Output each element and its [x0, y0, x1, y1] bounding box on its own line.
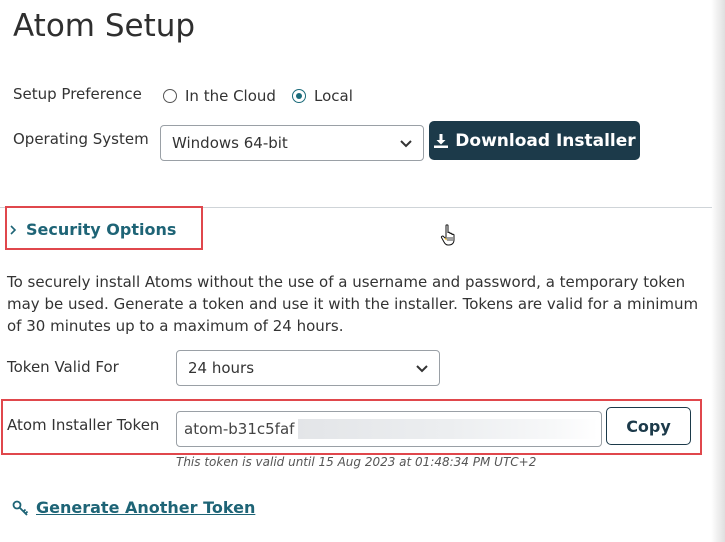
token-validity-note: This token is valid until 15 Aug 2023 at…	[176, 455, 537, 469]
chevron-down-icon	[416, 365, 428, 373]
chevron-right-icon	[10, 224, 17, 235]
token-valid-for-value: 24 hours	[188, 359, 255, 377]
setup-preference-label: Setup Preference	[13, 85, 142, 103]
generate-another-token-link[interactable]: Generate Another Token	[12, 498, 255, 517]
security-description: To securely install Atoms without the us…	[7, 273, 699, 335]
download-installer-label: Download Installer	[455, 130, 636, 151]
operating-system-label: Operating System	[13, 130, 149, 148]
download-installer-button[interactable]: Download Installer	[429, 121, 640, 160]
hand-cursor-icon	[440, 224, 455, 246]
token-valid-for-label: Token Valid For	[7, 358, 119, 376]
radio-in-the-cloud[interactable]: In the Cloud	[163, 87, 276, 105]
torn-edge-shadow	[711, 0, 725, 542]
radio-local[interactable]: Local	[292, 87, 353, 105]
installer-token-value: atom-b31c5faf	[184, 420, 295, 438]
installer-token-field[interactable]: atom-b31c5faf	[176, 411, 602, 447]
atom-installer-token-label: Atom Installer Token	[7, 416, 160, 434]
radio-label: In the Cloud	[185, 87, 276, 105]
download-icon	[434, 133, 449, 148]
radio-circle-selected[interactable]	[292, 89, 306, 103]
chevron-down-icon	[400, 140, 412, 148]
operating-system-select[interactable]: Windows 64-bit	[160, 125, 424, 161]
key-icon	[12, 500, 29, 516]
token-valid-for-select[interactable]: 24 hours	[176, 350, 440, 386]
page-title: Atom Setup	[13, 8, 196, 44]
radio-label: Local	[314, 87, 353, 105]
radio-circle[interactable]	[163, 89, 177, 103]
security-options-toggle[interactable]: Security Options	[9, 220, 176, 239]
generate-another-token-label: Generate Another Token	[36, 498, 256, 517]
copy-button[interactable]: Copy	[606, 407, 691, 445]
security-options-label: Security Options	[26, 220, 177, 239]
redacted-token-blur	[298, 419, 599, 439]
operating-system-value: Windows 64-bit	[172, 134, 288, 152]
